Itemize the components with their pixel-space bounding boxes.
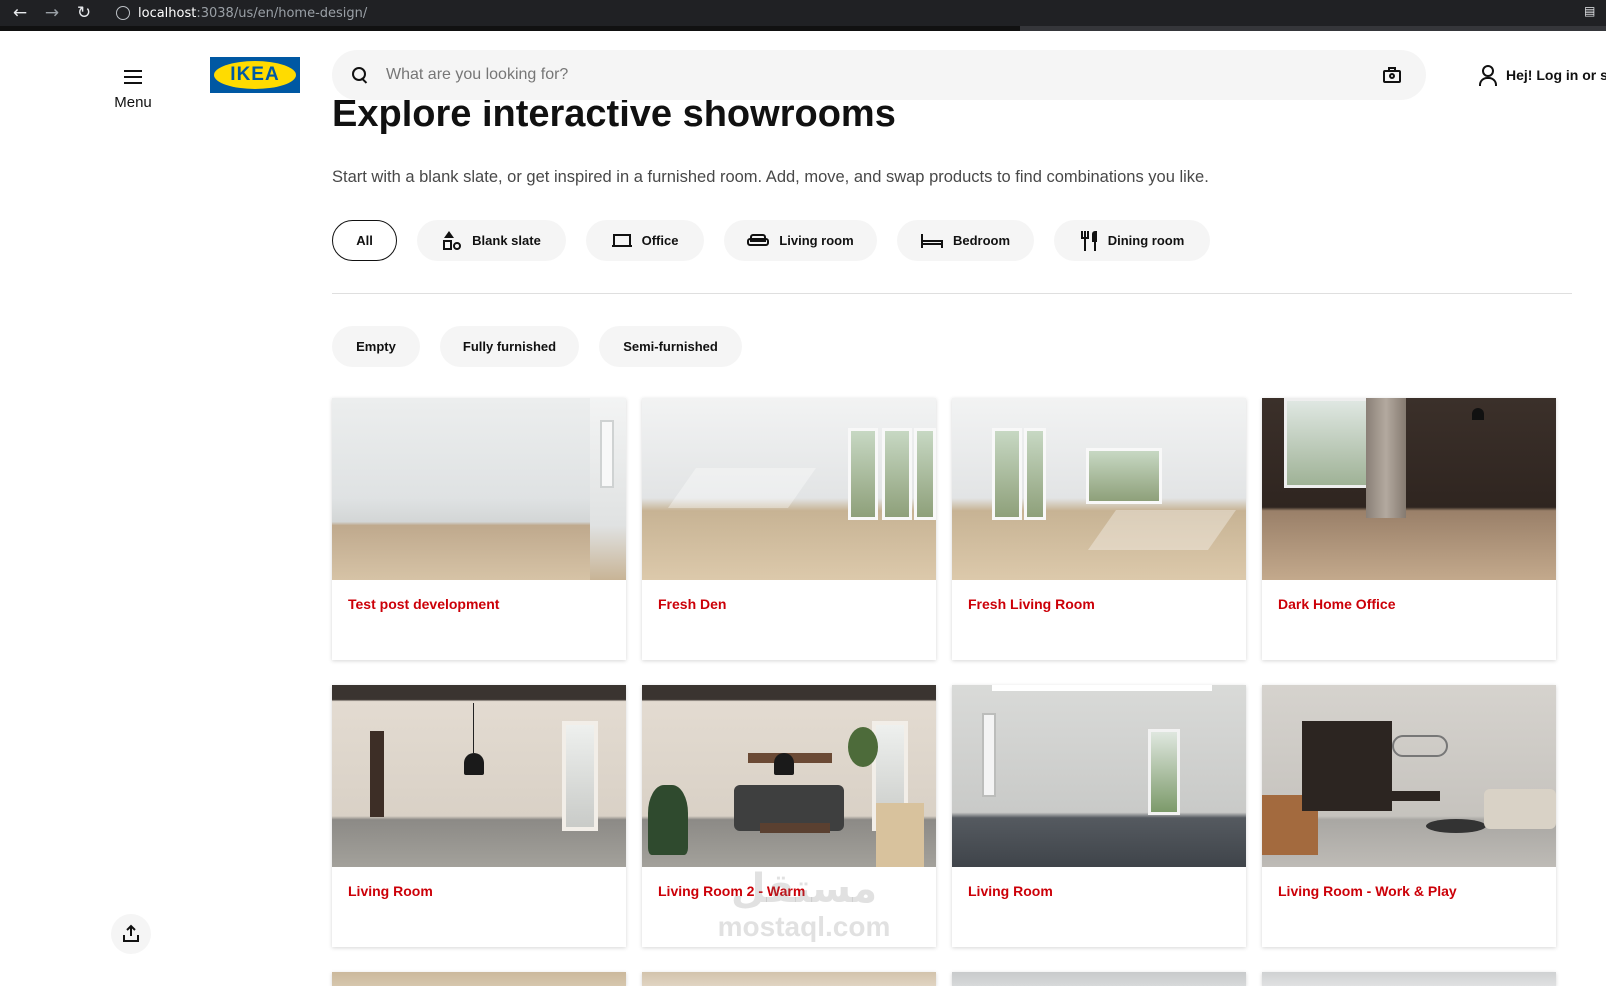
login-text: Hej! Log in or s (1506, 67, 1606, 83)
filter-label: Living room (779, 233, 854, 248)
filter-office[interactable]: Office (586, 220, 704, 261)
browser-toolbar: ← → ↻ localhost:3038/us/en/home-design/ … (0, 0, 1606, 26)
reload-icon[interactable]: ↻ (74, 3, 94, 23)
card-title: Test post development (348, 596, 500, 612)
filter-divider (332, 293, 1572, 294)
showroom-card[interactable]: Test post development (332, 398, 626, 660)
filter-label: Empty (356, 339, 396, 354)
site-info-icon[interactable] (116, 6, 130, 20)
room-image (952, 685, 1246, 867)
showroom-card[interactable]: Living Room (332, 685, 626, 947)
search-input[interactable] (386, 66, 1382, 84)
filter-label: Bedroom (952, 233, 1011, 248)
extensions-icon[interactable]: ▤ (1584, 4, 1606, 22)
page-title: Explore interactive showrooms (332, 100, 896, 135)
search-bar[interactable] (332, 50, 1426, 100)
filter-label: Office (641, 233, 679, 248)
sofa-icon (747, 233, 770, 248)
filter-label: Semi-furnished (623, 339, 718, 354)
user-icon (1478, 65, 1497, 86)
logo-text: IKEA (230, 64, 280, 85)
showroom-card[interactable]: Fresh Den (642, 398, 936, 660)
card-title: Dark Home Office (1278, 596, 1396, 612)
url-path: :3038/us/en/home-design/ (196, 5, 368, 21)
filter-fully-furnished[interactable]: Fully furnished (440, 326, 579, 367)
page-subtitle: Start with a blank slate, or get inspire… (332, 168, 1209, 186)
card-title: Living Room (348, 883, 433, 899)
filter-label: Blank slate (472, 233, 541, 248)
filter-bedroom[interactable]: Bedroom (897, 220, 1034, 261)
card-title: Living Room - Work & Play (1278, 883, 1457, 899)
room-image (642, 398, 936, 580)
card-title: Living Room (968, 883, 1053, 899)
filter-label: All (356, 233, 373, 248)
menu-button[interactable]: Menu (103, 62, 163, 122)
filter-label: Fully furnished (462, 339, 557, 354)
url-host: localhost (138, 5, 197, 21)
card-title: Fresh Den (658, 596, 727, 612)
search-icon (352, 67, 368, 83)
room-image (952, 398, 1246, 580)
showroom-card[interactable]: Dark Home Office (1262, 398, 1556, 660)
showroom-card[interactable]: Living Room 2 - Warm (642, 685, 936, 947)
card-title: Living Room 2 - Warm (658, 883, 806, 899)
room-image (1262, 398, 1556, 580)
back-arrow-icon[interactable]: ← (10, 3, 30, 23)
menu-label: Menu (114, 94, 152, 111)
shapes-icon (442, 230, 462, 251)
bed-icon (920, 233, 943, 248)
filter-blank-slate[interactable]: Blank slate (417, 220, 566, 261)
page-title-wrap: Explore interactive showrooms (332, 100, 1232, 148)
address-bar[interactable]: localhost:3038/us/en/home-design/ (116, 4, 368, 22)
filter-living-room[interactable]: Living room (724, 220, 877, 261)
showroom-card[interactable]: Living Room (952, 685, 1246, 947)
filter-all[interactable]: All (332, 220, 397, 261)
upload-icon (123, 924, 139, 942)
filter-semi-furnished[interactable]: Semi-furnished (599, 326, 742, 367)
camera-icon[interactable] (1382, 66, 1404, 84)
filter-label: Dining room (1107, 233, 1185, 248)
forward-arrow-icon[interactable]: → (42, 3, 62, 23)
filter-empty[interactable]: Empty (332, 326, 420, 367)
share-button[interactable] (111, 914, 151, 954)
page-load-bar (0, 26, 1606, 31)
hamburger-icon (124, 70, 142, 84)
showroom-card[interactable]: Fresh Living Room (952, 398, 1246, 660)
ikea-logo[interactable]: IKEA (210, 57, 300, 93)
room-image (1262, 685, 1556, 867)
filter-dining-room[interactable]: Dining room (1054, 220, 1210, 261)
login-link[interactable]: Hej! Log in or s (1478, 63, 1606, 87)
card-title: Fresh Living Room (968, 596, 1095, 612)
desk-icon (611, 233, 632, 249)
room-image (332, 398, 626, 580)
room-image (642, 685, 936, 867)
room-image (332, 685, 626, 867)
cutlery-icon (1080, 230, 1098, 251)
showroom-card[interactable]: Living Room - Work & Play (1262, 685, 1556, 947)
